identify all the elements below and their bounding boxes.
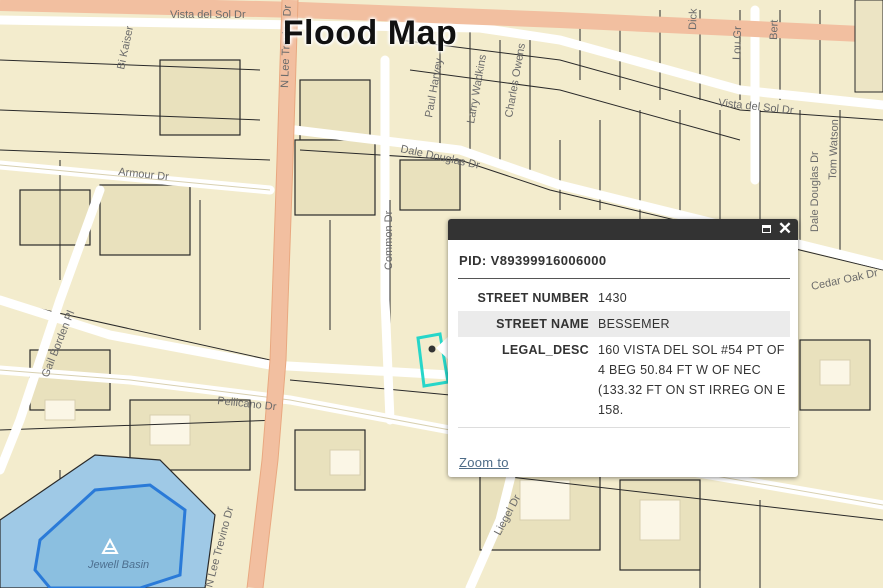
pid-value: V89399916006000 xyxy=(490,253,607,268)
street-label: Common Dr xyxy=(383,210,395,270)
zoom-to-link[interactable]: Zoom to xyxy=(459,455,509,470)
divider xyxy=(458,427,790,428)
street-label: Bert xyxy=(768,20,781,41)
attribute-label: STREET NAME xyxy=(496,317,589,331)
attribute-label: LEGAL_DESC xyxy=(501,343,589,357)
basin-label: Jewell Basin xyxy=(87,559,149,571)
attribute-value: BESSEMER xyxy=(598,317,670,331)
selected-parcel-marker[interactable] xyxy=(428,345,436,353)
divider xyxy=(458,278,790,279)
close-icon[interactable]: ✕ xyxy=(777,220,793,237)
attribute-value: 160 VISTA DEL SOL #54 PT OF 4 BEG 50.84 … xyxy=(598,343,786,417)
attribute-table: STREET NUMBER 1430 STREET NAME BESSEMER … xyxy=(458,285,790,423)
maximize-icon[interactable] xyxy=(758,221,774,237)
attribute-value: 1430 xyxy=(598,291,628,305)
info-popup: ✕ PID: V89399916006000 STREET NUMBER 143… xyxy=(448,219,798,477)
street-label: Tom Watson xyxy=(827,119,841,180)
attribute-label: STREET NUMBER xyxy=(477,291,589,305)
street-label: Dale Douglas Dr xyxy=(809,151,821,232)
attribute-row: STREET NUMBER 1430 xyxy=(458,285,790,311)
attribute-row: STREET NAME BESSEMER xyxy=(458,311,790,337)
popup-title: PID: V89399916006000 xyxy=(459,253,607,268)
popup-titlebar[interactable]: ✕ xyxy=(448,219,798,240)
pid-label: PID: xyxy=(459,253,487,268)
map-title: Flood Map xyxy=(282,14,458,52)
attribute-row: LEGAL_DESC 160 VISTA DEL SOL #54 PT OF 4… xyxy=(458,337,790,423)
